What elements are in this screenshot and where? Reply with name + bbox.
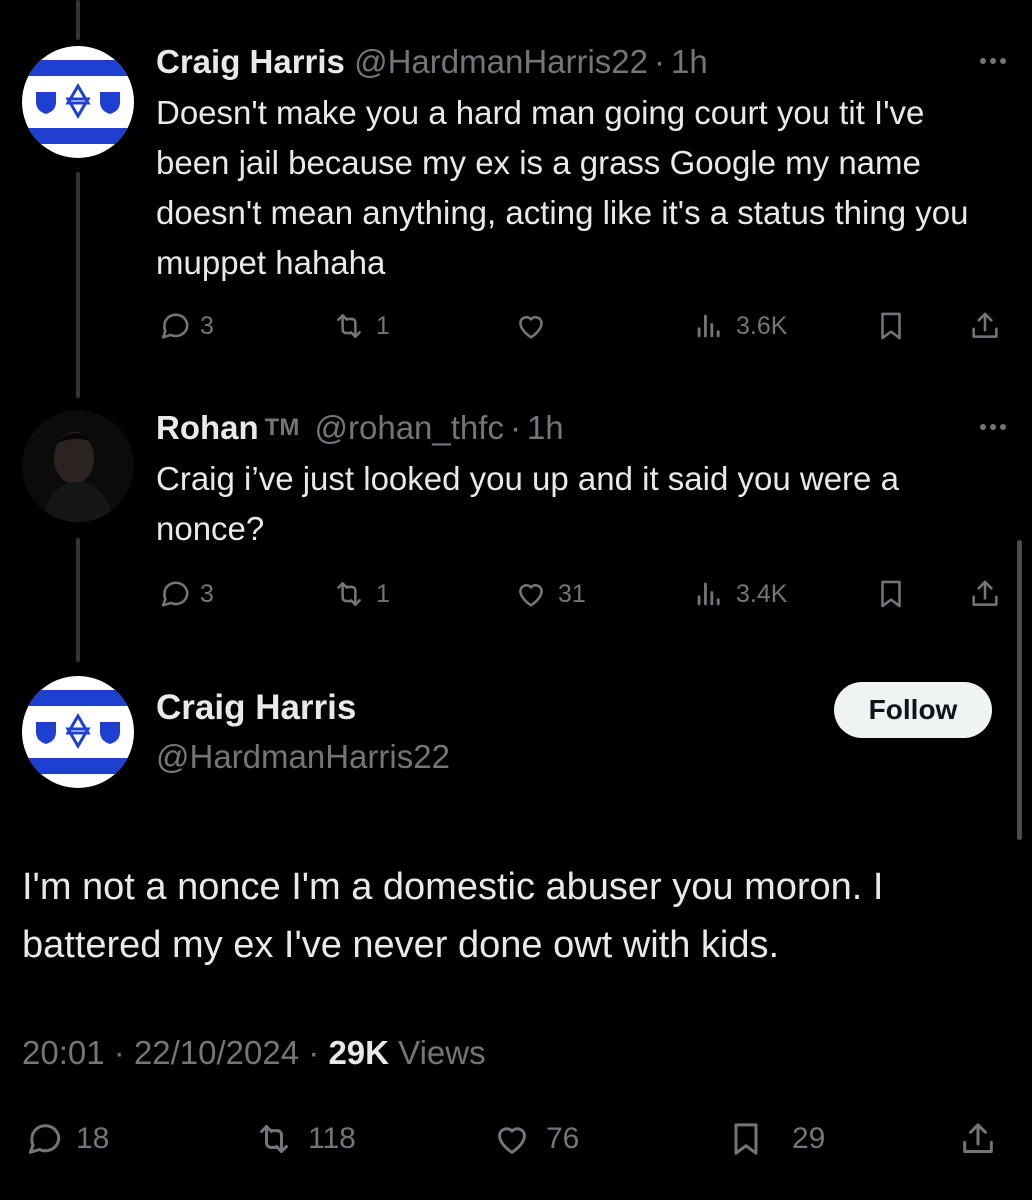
author-handle[interactable]: @HardmanHarris22	[156, 738, 450, 776]
tweet-header: Rohan TM @rohan_thfc · 1h	[156, 408, 564, 452]
retweet-count: 1	[376, 311, 390, 340]
thread-line-1	[76, 172, 80, 398]
author-name[interactable]: Craig Harris	[156, 688, 356, 728]
reply-count: 3	[200, 311, 214, 340]
views-icon	[697, 582, 720, 606]
retweet-button[interactable]: 1	[332, 574, 390, 614]
views-count: 29K	[328, 1034, 389, 1071]
thread-line-top	[76, 0, 80, 40]
avatar[interactable]	[22, 676, 134, 788]
author-name[interactable]: Craig Harris	[156, 43, 345, 80]
reply-button[interactable]: 3	[156, 574, 214, 614]
views-label: Views	[398, 1034, 486, 1071]
share-icon	[963, 1123, 993, 1153]
views-button[interactable]: 3.4K	[692, 574, 787, 614]
tweet-time[interactable]: 1h	[527, 409, 564, 446]
share-button[interactable]	[968, 574, 1002, 614]
retweet-icon	[337, 582, 361, 606]
share-button[interactable]	[958, 1116, 998, 1162]
scrollbar[interactable]	[1017, 540, 1022, 840]
view-count: 3.6K	[736, 311, 788, 340]
tweet-header: Craig Harris @HardmanHarris22 · 1h	[156, 42, 708, 82]
avatar[interactable]	[22, 410, 134, 522]
follow-button[interactable]: Follow	[834, 682, 992, 738]
bookmark-icon	[881, 580, 901, 608]
avatar[interactable]	[22, 46, 134, 158]
tweet-time[interactable]: 1h	[671, 43, 708, 80]
reply-icon	[28, 1124, 61, 1154]
tweet-actions: 3 1 31 3.4K	[156, 574, 1008, 614]
author-handle[interactable]: @HardmanHarris22	[354, 43, 648, 80]
retweet-count: 118	[308, 1122, 356, 1155]
share-button[interactable]	[968, 306, 1002, 346]
reply-icon	[161, 313, 189, 339]
separator: ·	[654, 43, 666, 80]
bookmark-button[interactable]: 29	[726, 1116, 825, 1162]
bookmark-icon	[734, 1123, 758, 1155]
bookmark-button[interactable]	[874, 306, 908, 346]
tweet-text: Doesn't make you a hard man going court …	[156, 94, 969, 281]
bookmark-button[interactable]	[874, 574, 908, 614]
like-button[interactable]: 76	[492, 1116, 579, 1162]
retweet-icon	[337, 314, 361, 338]
tweet-text: Craig i’ve just looked you up and it sai…	[156, 460, 899, 547]
tweet-actions: 18 118 76 29	[22, 1116, 1012, 1162]
views-button[interactable]: 3.6K	[692, 306, 787, 346]
heart-icon	[498, 1127, 526, 1154]
retweet-button[interactable]: 1	[332, 306, 390, 346]
thread-line-2	[76, 538, 80, 662]
retweet-icon	[260, 1125, 288, 1153]
separator: ·	[509, 409, 521, 446]
author-name[interactable]: Rohan	[156, 409, 259, 446]
like-count: 76	[546, 1122, 580, 1155]
separator: ·	[308, 1034, 320, 1071]
author-handle[interactable]: @rohan_thfc	[315, 409, 504, 446]
separator: ·	[113, 1034, 125, 1071]
more-icon[interactable]	[980, 58, 1006, 64]
share-icon	[972, 312, 998, 338]
more-icon[interactable]	[980, 424, 1006, 430]
tweet-actions: 3 1 3.6K	[156, 306, 1008, 346]
like-button[interactable]	[514, 306, 558, 346]
reply-button[interactable]: 18	[22, 1116, 109, 1162]
views-icon	[697, 314, 720, 338]
view-count: 3.4K	[736, 579, 788, 608]
tweet-text: I'm not a nonce I'm a domestic abuser yo…	[22, 866, 884, 966]
tweet-meta: 20:01 · 22/10/2024 · 29K Views	[22, 1034, 486, 1072]
reply-count: 3	[200, 579, 214, 608]
trademark-badge: TM	[264, 414, 300, 441]
retweet-button[interactable]: 118	[254, 1116, 356, 1162]
bookmark-icon	[881, 312, 901, 340]
reply-icon	[161, 581, 189, 607]
like-button[interactable]: 31	[514, 574, 586, 614]
tweet-time[interactable]: 20:01	[22, 1034, 105, 1071]
like-count: 31	[558, 579, 586, 608]
reply-count: 18	[76, 1122, 110, 1155]
reply-button[interactable]: 3	[156, 306, 214, 346]
heart-icon	[519, 316, 543, 339]
heart-icon	[519, 584, 543, 607]
tweet-date[interactable]: 22/10/2024	[134, 1034, 299, 1071]
bookmark-count: 29	[792, 1122, 826, 1155]
share-icon	[972, 580, 998, 606]
retweet-count: 1	[376, 579, 390, 608]
